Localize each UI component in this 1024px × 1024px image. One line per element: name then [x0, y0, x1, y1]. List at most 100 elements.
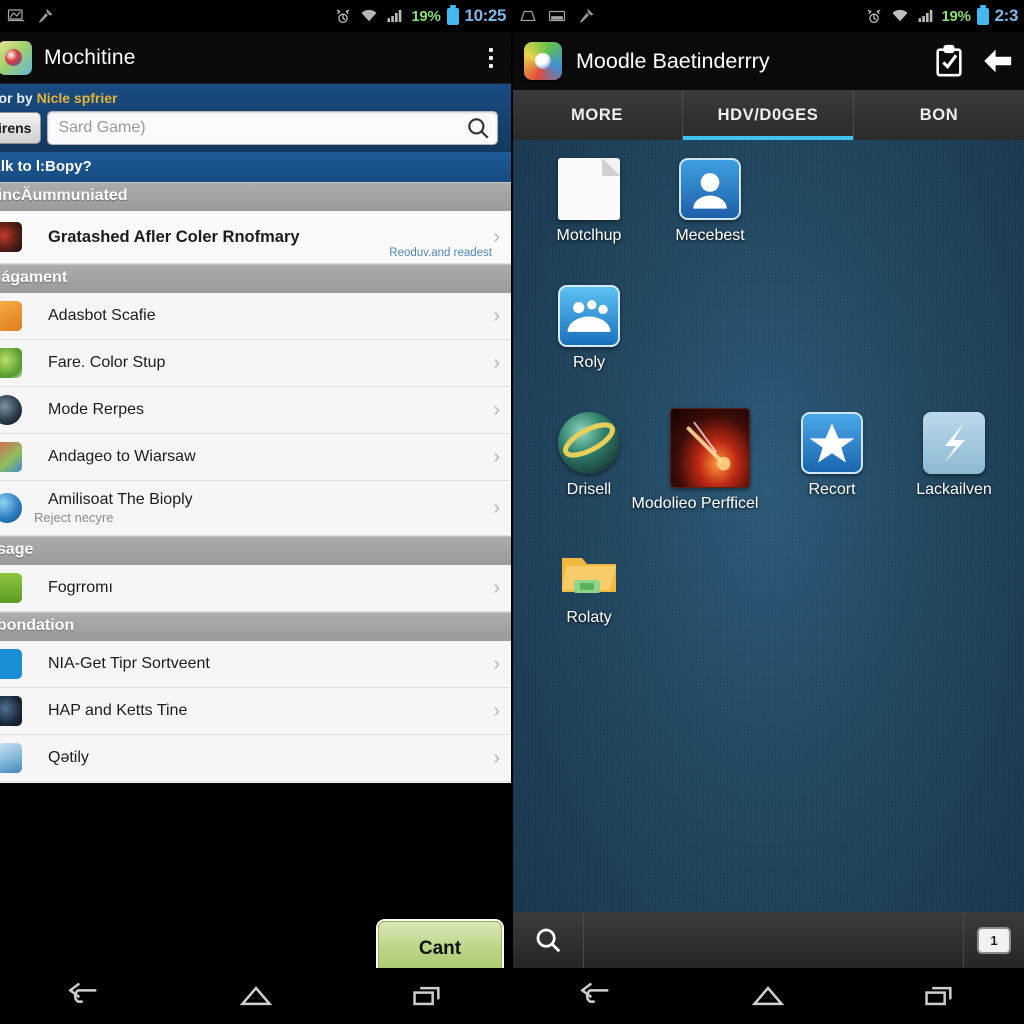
fire-comet-icon — [670, 408, 750, 488]
chevron-right-icon: › — [493, 446, 500, 468]
home-icon-label: Mecebest — [675, 227, 745, 244]
filter-button[interactable]: prirens — [0, 112, 42, 144]
home-icon-label: Recort — [808, 481, 856, 498]
list-item[interactable]: Gratashed Afler Coler Rnofmary Reoduv.an… — [0, 211, 512, 264]
list-item-label: Qətily — [48, 749, 89, 766]
tab-bar[interactable]: MORE HDV/D0GES BON — [512, 90, 1024, 140]
home-screen-workspace[interactable]: Motclhup Mecebest Roly Drisell Modolieo … — [512, 140, 1024, 968]
search-input[interactable] — [58, 119, 465, 137]
battery-icon — [976, 5, 989, 25]
home-icon[interactable] — [745, 979, 791, 1013]
home-icon-label: Drisell — [566, 481, 612, 498]
home-icon-item[interactable]: Recort — [777, 412, 887, 499]
group-blue-icon — [558, 285, 620, 347]
list-item[interactable]: HAP and Ketts Tine › — [0, 688, 512, 735]
pin-icon — [576, 7, 596, 25]
status-clock: 10:25 — [464, 6, 507, 25]
settings-list[interactable]: nincÄummuniated Gratashed Afler Coler Rn… — [0, 182, 512, 783]
left-status-bar: 19% 10:25 — [0, 0, 512, 32]
blue-gallery-icon — [0, 743, 22, 773]
orange-folder-icon — [0, 301, 22, 331]
chevron-right-icon: › — [493, 653, 500, 675]
byline-highlight: Nicle spfrier — [36, 90, 118, 106]
green-thumb-icon — [0, 573, 22, 603]
left-nav-bar — [0, 968, 512, 1024]
chevron-right-icon: › — [493, 226, 500, 248]
photos-app-icon — [524, 42, 562, 80]
search-icon[interactable] — [465, 115, 491, 141]
home-icon-label: Rolaty — [566, 609, 612, 626]
home-icon-item[interactable]: Modolieo Perfficel — [632, 408, 765, 513]
left-search-header: ctor by Nicle spfrier prirens — [0, 84, 512, 152]
page-indicator-label: 1 — [977, 926, 1011, 954]
list-item[interactable]: Qətily › — [0, 735, 512, 782]
list-item[interactable]: Fogrromı › — [0, 565, 512, 612]
list-item[interactable]: NIA-Get Tipr Sortveent › — [0, 641, 512, 688]
section-header: nincÄummuniated — [0, 182, 512, 211]
tab-more[interactable]: MORE — [512, 90, 683, 140]
home-icon-label: Motclhup — [556, 227, 622, 244]
clipboard-check-icon[interactable] — [932, 44, 966, 78]
alarm-icon — [333, 7, 353, 25]
red-camera-icon — [0, 442, 22, 472]
search-box[interactable] — [47, 111, 498, 145]
list-item[interactable]: Adasbot Scafie › — [0, 293, 512, 340]
list-item-label: Adasbot Scafie — [48, 307, 156, 324]
dual-phone-screenshot: 19% 10:25 Mochitine ctor by Nicle spfrie… — [0, 0, 1024, 1024]
browser-ring-icon — [558, 412, 620, 474]
list-item[interactable]: Irrse Help › — [0, 782, 512, 783]
signal-icon — [916, 7, 936, 25]
list-item[interactable]: Amilisoat The Bioplу Reject necyre › — [0, 481, 512, 536]
panel-divider — [511, 0, 513, 1024]
recents-icon[interactable] — [404, 979, 450, 1013]
pin-icon — [35, 7, 55, 25]
home-icon-item[interactable]: Roly — [534, 285, 644, 372]
money-folder-icon — [558, 540, 620, 602]
back-icon[interactable] — [574, 979, 620, 1013]
list-item-label: Andageo to Wiarsaw — [48, 448, 196, 465]
search-dock-field[interactable] — [584, 912, 964, 968]
search-dock[interactable]: 1 — [512, 912, 1024, 968]
blue-banner: Alk to l:Bopy? — [0, 152, 512, 182]
right-action-bar: Moodle Baetinderrry — [512, 32, 1024, 90]
battery-percent: 19% — [411, 7, 441, 25]
contact-icon — [679, 158, 741, 220]
chevron-right-icon: › — [493, 700, 500, 722]
chevron-right-icon: › — [493, 497, 500, 519]
star-blue-icon — [801, 412, 863, 474]
alarm-icon — [864, 7, 884, 25]
screenshot-icon — [6, 7, 26, 25]
capture-icon — [518, 7, 538, 25]
back-icon[interactable] — [62, 979, 108, 1013]
photos-app-icon — [0, 41, 32, 75]
list-item-label: Amilisoat The Bioplу — [48, 491, 193, 508]
list-item-label: NIA-Get Tipr Sortveent — [48, 655, 210, 672]
list-item[interactable]: Mode Rerpes › — [0, 387, 512, 434]
recents-icon[interactable] — [916, 979, 962, 1013]
page-indicator[interactable]: 1 — [964, 926, 1024, 954]
tab-bon[interactable]: BON — [854, 90, 1024, 140]
home-icon-item[interactable]: Rolaty — [534, 540, 644, 627]
home-icon-item[interactable]: Motclhup — [534, 158, 644, 245]
home-icon-item[interactable]: Mecebest — [655, 158, 765, 245]
search-icon[interactable] — [512, 912, 584, 968]
list-item-label: Fogrromı — [48, 579, 113, 596]
tab-hdv-doges[interactable]: HDV/D0GES — [683, 90, 854, 140]
home-icon-item[interactable]: Drisell — [534, 412, 644, 499]
list-item[interactable]: Fare. Color Stup › — [0, 340, 512, 387]
dark-camera-icon — [0, 696, 22, 726]
overflow-menu-icon[interactable] — [480, 43, 502, 73]
page-title: Mochitine — [44, 46, 136, 69]
section-header: esage — [0, 536, 512, 565]
home-icon-item[interactable]: Lackailven — [899, 412, 1009, 499]
page-title: Moodle Baetinderrry — [576, 48, 770, 73]
home-icon-label: Modolieo Perfficel — [631, 495, 759, 512]
back-arrow-icon[interactable] — [980, 44, 1014, 78]
document-icon — [558, 158, 620, 220]
list-item-label: Fare. Color Stup — [48, 354, 166, 371]
chevron-right-icon: › — [493, 747, 500, 769]
wifi-icon — [890, 7, 910, 25]
home-icon[interactable] — [233, 979, 279, 1013]
list-item-sublabel: Reject necyre — [34, 510, 114, 525]
list-item[interactable]: Andageo to Wiarsaw › — [0, 434, 512, 481]
